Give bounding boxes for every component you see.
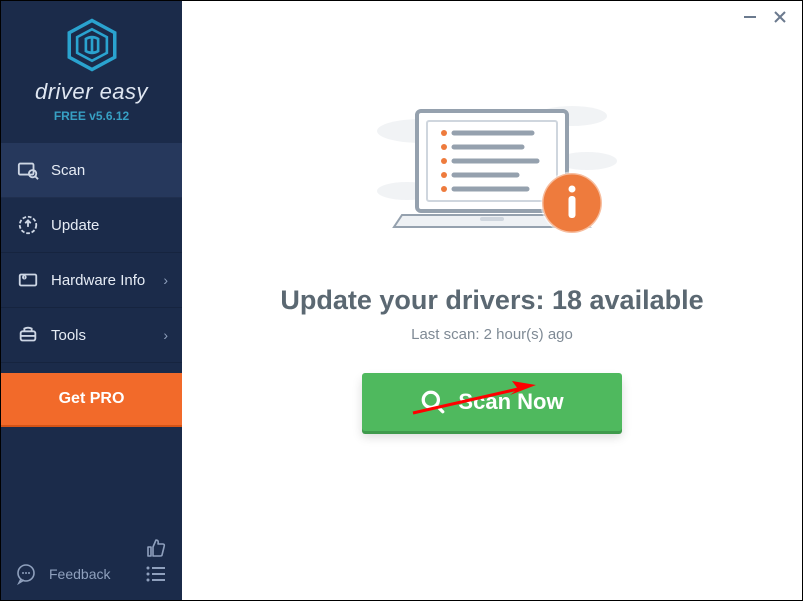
- sidebar: driver easy FREE v5.6.12 Scan Update: [1, 1, 182, 600]
- update-icon: [17, 214, 39, 236]
- main-panel: Update your drivers: 18 available Last s…: [182, 1, 802, 600]
- nav: Scan Update i Hardware Info ›: [1, 143, 182, 425]
- headline-prefix: Update your drivers:: [280, 285, 552, 315]
- sidebar-item-label: Tools: [51, 327, 86, 344]
- brand-version: FREE v5.6.12: [54, 109, 129, 123]
- menu-icon[interactable]: [144, 562, 168, 586]
- chevron-right-icon: ›: [163, 272, 168, 288]
- chevron-right-icon: ›: [163, 327, 168, 343]
- sidebar-item-update[interactable]: Update: [1, 198, 182, 253]
- headline-count: 18: [552, 285, 582, 315]
- sidebar-item-tools[interactable]: Tools ›: [1, 308, 182, 363]
- thumbs-up-icon[interactable]: [144, 536, 168, 560]
- tools-icon: [17, 324, 39, 346]
- scan-icon: [17, 159, 39, 181]
- brand-name: driver easy: [35, 79, 148, 105]
- get-pro-button[interactable]: Get PRO: [1, 373, 182, 425]
- app-window: driver easy FREE v5.6.12 Scan Update: [0, 0, 803, 601]
- sidebar-item-label: Update: [51, 217, 99, 234]
- sidebar-bottom: Feedback: [1, 562, 182, 586]
- feedback-label[interactable]: Feedback: [49, 566, 134, 582]
- get-pro-label: Get PRO: [59, 390, 125, 407]
- logo-area: driver easy FREE v5.6.12: [1, 1, 182, 133]
- sidebar-item-hardware[interactable]: i Hardware Info ›: [1, 253, 182, 308]
- last-scan-text: Last scan: 2 hour(s) ago: [411, 326, 573, 343]
- feedback-icon[interactable]: [15, 562, 39, 586]
- sidebar-item-label: Scan: [51, 162, 85, 179]
- titlebar: [728, 1, 802, 33]
- headline-suffix: available: [582, 285, 704, 315]
- hardware-icon: i: [17, 269, 39, 291]
- app-logo-icon: [64, 17, 120, 73]
- magnifier-icon: [420, 389, 446, 415]
- laptop-illustration: [362, 91, 622, 261]
- sidebar-item-scan[interactable]: Scan: [1, 143, 182, 198]
- minimize-icon[interactable]: [742, 9, 758, 25]
- sidebar-item-label: Hardware Info: [51, 272, 145, 289]
- close-icon[interactable]: [772, 9, 788, 25]
- scan-now-label: Scan Now: [458, 389, 563, 415]
- headline: Update your drivers: 18 available: [280, 285, 703, 316]
- scan-now-button[interactable]: Scan Now: [362, 373, 622, 431]
- svg-text:i: i: [24, 276, 25, 280]
